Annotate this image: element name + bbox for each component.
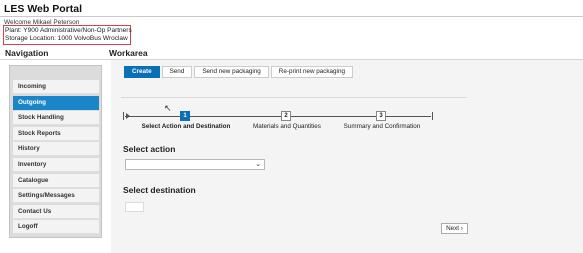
nav-item-incoming[interactable]: Incoming <box>13 80 99 94</box>
next-button[interactable]: Next › <box>441 223 468 234</box>
workarea-panel: Create Send Send new packaging Re-print … <box>111 60 583 253</box>
wizard-step-2-number: 2 <box>281 111 291 121</box>
workarea-tabs: Create Send Send new packaging Re-print … <box>124 66 355 78</box>
nav-item-outgoing[interactable]: Outgoing <box>13 95 99 110</box>
tab-send[interactable]: Send <box>161 66 193 78</box>
wizard-step-2-label: Materials and Quantities <box>253 123 321 130</box>
title-divider <box>0 16 583 17</box>
mouse-pointer-icon: ↖ <box>164 103 172 113</box>
wizard-step-1-label: Select Action and Destination <box>141 123 231 130</box>
plant-info: Plant: Y900 Administrative/Non-Op Partne… <box>5 27 132 34</box>
nav-item-contact-us[interactable]: Contact Us <box>13 204 99 219</box>
wizard-end-cap <box>432 112 433 120</box>
chevron-down-icon: ⌄ <box>255 161 261 168</box>
nav-item-logoff[interactable]: Logoff <box>13 220 99 235</box>
navigation-heading: Navigation <box>5 48 49 58</box>
select-destination-label: Select destination <box>123 185 196 195</box>
nav-item-catalogue[interactable]: Catalogue <box>13 173 99 188</box>
select-action-label: Select action <box>123 144 176 154</box>
wizard-step-3-number: 3 <box>376 111 386 121</box>
wizard-start-cap <box>123 112 124 120</box>
app-title: LES Web Portal <box>4 3 82 15</box>
tabs-divider <box>121 97 467 98</box>
wizard-step-1-number: 1 <box>180 111 190 121</box>
nav-item-history[interactable]: History <box>13 142 99 157</box>
nav-item-stock-reports[interactable]: Stock Reports <box>13 126 99 141</box>
storage-location-info: Storage Location: 1000 VolvoBus Wroclaw <box>5 35 128 42</box>
tab-create[interactable]: Create <box>124 66 160 78</box>
nav-item-settings-messages[interactable]: Settings/Messages <box>13 189 99 204</box>
tab-reprint-new-packaging[interactable]: Re-print new packaging <box>270 66 353 78</box>
navigation-sidebar: Incoming Outgoing Stock Handling Stock R… <box>9 65 102 238</box>
nav-item-inventory[interactable]: Inventory <box>13 157 99 172</box>
workarea-heading: Workarea <box>109 48 148 58</box>
select-action-dropdown[interactable]: ⌄ <box>125 159 265 170</box>
select-destination-field[interactable] <box>125 202 144 212</box>
wizard-step-3-label: Summary and Confirmation <box>343 123 421 130</box>
tab-send-new-packaging[interactable]: Send new packaging <box>194 66 269 78</box>
nav-item-stock-handling[interactable]: Stock Handling <box>13 111 99 126</box>
